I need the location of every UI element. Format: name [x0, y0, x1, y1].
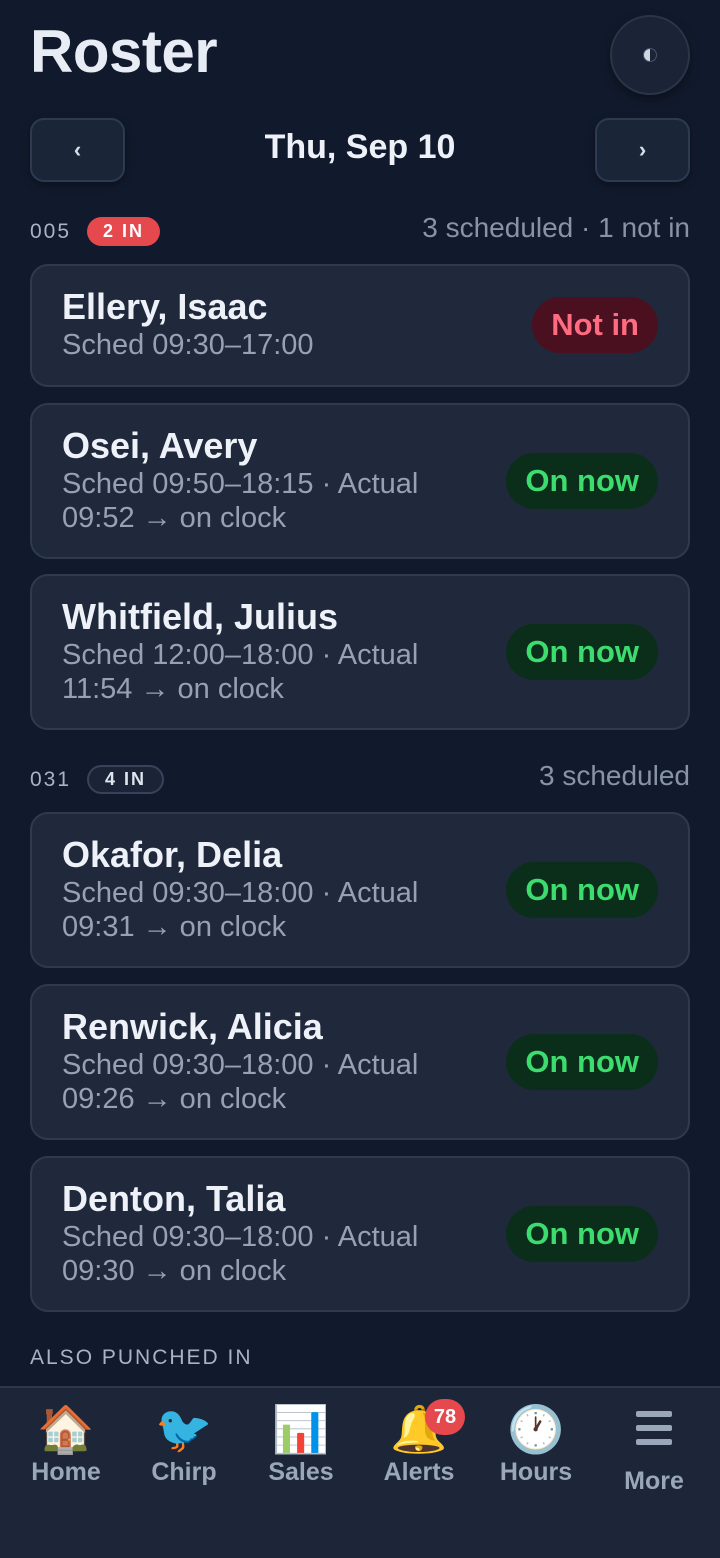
in-count-badge: 2 IN	[87, 217, 161, 246]
tab-alerts[interactable]: 🔔 Alerts 78	[359, 1399, 479, 1487]
employee-name: Okafor, Delia	[62, 834, 283, 875]
employee-card[interactable]: Denton, Talia Sched 09:30–18:00 · Actual…	[30, 1156, 690, 1312]
employee-schedule: Sched 09:30–17:00	[62, 329, 314, 361]
group-header-031: 031 4 IN 3 scheduled	[30, 760, 690, 798]
bird-icon: 🐦	[155, 1402, 213, 1456]
status-badge: On now	[506, 1206, 658, 1262]
status-badge: On now	[506, 453, 658, 509]
in-count-badge: 4 IN	[87, 765, 165, 794]
tab-chirp[interactable]: 🐦 Chirp	[124, 1402, 244, 1487]
theme-toggle-button[interactable]	[610, 15, 690, 95]
group-summary: 3 scheduled	[538, 760, 690, 791]
employee-name: Whitfield, Julius	[62, 596, 338, 637]
tab-label: Alerts	[383, 1458, 455, 1486]
menu-icon	[594, 1411, 714, 1465]
tab-sales[interactable]: 📊 Sales	[241, 1402, 361, 1487]
next-day-button[interactable]: ›	[595, 118, 690, 182]
employee-card[interactable]: Osei, Avery Sched 09:50–18:15 · Actual 0…	[30, 403, 690, 559]
employee-card[interactable]: Whitfield, Julius Sched 12:00–18:00 · Ac…	[30, 574, 690, 730]
employee-name: Ellery, Isaac	[62, 286, 268, 327]
employee-name: Osei, Avery	[62, 425, 258, 466]
bar-chart-icon: 📊	[272, 1402, 330, 1456]
tab-more[interactable]: More	[594, 1402, 714, 1496]
page-title: Roster	[30, 18, 218, 85]
tab-label: Hours	[499, 1458, 573, 1486]
tab-label: Home	[31, 1458, 101, 1486]
employee-card[interactable]: Renwick, Alicia Sched 09:30–18:00 · Actu…	[30, 984, 690, 1140]
header: Roster	[30, 15, 690, 100]
tab-label: More	[624, 1467, 684, 1495]
group-code: 005	[30, 220, 72, 243]
tab-label: Chirp	[151, 1458, 217, 1486]
employee-card[interactable]: Okafor, Delia Sched 09:30–18:00 · Actual…	[30, 812, 690, 968]
group-code: 031	[30, 768, 72, 791]
date-navigator: ‹ Thu, Sep 10 ›	[30, 118, 690, 182]
tab-hours[interactable]: 🕐 Hours	[476, 1402, 596, 1487]
tab-home[interactable]: 🏠 Home	[6, 1402, 126, 1487]
alerts-count-badge: 78	[425, 1399, 465, 1435]
also-punched-in-heading: ALSO PUNCHED IN	[30, 1346, 253, 1369]
status-badge: On now	[506, 624, 658, 680]
half-moon-icon	[643, 48, 657, 62]
group-header-005: 005 2 IN 3 scheduled · 1 not in	[30, 212, 690, 250]
employee-schedule: Sched 12:00–18:00 · Actual 11:54 → on cl…	[62, 639, 419, 705]
status-badge: On now	[506, 1034, 658, 1090]
clock-icon: 🕐	[507, 1402, 565, 1456]
employee-schedule: Sched 09:50–18:15 · Actual 09:52 → on cl…	[62, 468, 419, 534]
status-badge: On now	[506, 862, 658, 918]
current-date: Thu, Sep 10	[264, 128, 456, 166]
tab-label: Sales	[268, 1458, 334, 1486]
employee-schedule: Sched 09:30–18:00 · Actual 09:31 → on cl…	[62, 877, 419, 943]
employee-schedule: Sched 09:30–18:00 · Actual 09:26 → on cl…	[62, 1049, 419, 1115]
group-summary: 3 scheduled · 1 not in	[422, 212, 690, 243]
bottom-tab-bar: 🏠 Home 🐦 Chirp 📊 Sales 🔔 Alerts 78 🕐 Hou…	[0, 1386, 720, 1558]
employee-name: Renwick, Alicia	[62, 1006, 323, 1047]
status-badge: Not in	[532, 297, 658, 353]
employee-schedule: Sched 09:30–18:00 · Actual 09:30 → on cl…	[62, 1221, 419, 1287]
employee-card[interactable]: Ellery, Isaac Sched 09:30–17:00 Not in	[30, 264, 690, 387]
home-icon: 🏠	[37, 1402, 95, 1456]
employee-name: Denton, Talia	[62, 1178, 286, 1219]
